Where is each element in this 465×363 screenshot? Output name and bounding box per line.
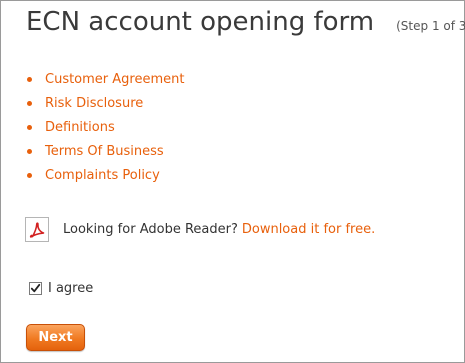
adobe-reader-prompt: Looking for Adobe Reader? bbox=[63, 222, 238, 237]
page-title: ECN account opening form bbox=[26, 7, 375, 37]
document-list: Customer Agreement Risk Disclosure Defin… bbox=[27, 67, 184, 187]
header: ECN account opening form (Step 1 of 3) bbox=[26, 7, 465, 37]
risk-disclosure-link[interactable]: Risk Disclosure bbox=[45, 96, 143, 111]
step-indicator: (Step 1 of 3) bbox=[396, 19, 465, 33]
adobe-reader-row: Looking for Adobe Reader? Download it fo… bbox=[25, 217, 375, 242]
checkmark-icon bbox=[30, 283, 41, 293]
list-item: Risk Disclosure bbox=[27, 91, 184, 115]
agree-checkbox[interactable] bbox=[29, 282, 42, 295]
agree-label: I agree bbox=[48, 281, 94, 296]
adobe-reader-icon bbox=[29, 221, 45, 238]
list-item: Definitions bbox=[27, 115, 184, 139]
list-item: Terms Of Business bbox=[27, 139, 184, 163]
list-item: Customer Agreement bbox=[27, 67, 184, 91]
bullet-icon bbox=[27, 172, 32, 178]
download-reader-link[interactable]: Download it for free. bbox=[242, 222, 375, 237]
form-panel: ECN account opening form (Step 1 of 3) C… bbox=[0, 0, 465, 363]
bullet-icon bbox=[27, 76, 32, 82]
next-button[interactable]: Next bbox=[26, 324, 85, 351]
complaints-policy-link[interactable]: Complaints Policy bbox=[45, 168, 160, 183]
agree-row: I agree bbox=[29, 281, 93, 296]
bullet-icon bbox=[27, 148, 32, 154]
pdf-icon[interactable] bbox=[25, 217, 49, 242]
customer-agreement-link[interactable]: Customer Agreement bbox=[45, 72, 184, 87]
definitions-link[interactable]: Definitions bbox=[45, 120, 115, 135]
bullet-icon bbox=[27, 100, 32, 106]
terms-of-business-link[interactable]: Terms Of Business bbox=[45, 144, 164, 159]
bullet-icon bbox=[27, 124, 32, 130]
list-item: Complaints Policy bbox=[27, 163, 184, 187]
